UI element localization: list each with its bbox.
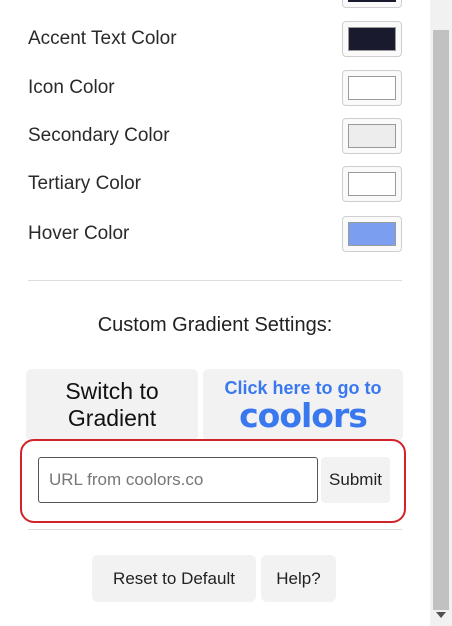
color-row-icon: Icon Color [28, 68, 402, 108]
coolors-logo: coolors [239, 396, 368, 435]
partial-swatch-frame[interactable] [342, 0, 402, 8]
color-swatch-button[interactable] [342, 216, 402, 252]
color-row-tertiary: Tertiary Color [28, 164, 402, 204]
gradient-section-title: Custom Gradient Settings: [97, 314, 333, 336]
help-button[interactable]: Help? [261, 555, 336, 602]
scrollbar-thumb[interactable] [433, 30, 449, 610]
color-row-secondary: Secondary Color [28, 116, 402, 156]
color-swatch [348, 27, 396, 51]
coolors-url-input[interactable] [38, 457, 318, 503]
color-swatch [348, 124, 396, 148]
coolors-link-button[interactable]: Click here to go to coolors [203, 369, 403, 441]
color-swatch-button[interactable] [342, 166, 402, 202]
color-swatch-button[interactable] [342, 21, 402, 57]
color-label: Hover Color [28, 223, 130, 244]
reset-default-button[interactable]: Reset to Default [92, 555, 256, 602]
submit-button[interactable]: Submit [321, 457, 390, 503]
color-swatch-button[interactable] [342, 118, 402, 154]
scrollbar[interactable] [430, 0, 452, 626]
color-label: Icon Color [28, 77, 115, 98]
color-label: Tertiary Color [28, 173, 141, 194]
scroll-down-arrow-icon[interactable] [436, 612, 446, 618]
color-label: Secondary Color [28, 125, 170, 146]
color-swatch [348, 76, 396, 100]
section-divider [28, 280, 402, 281]
color-label: Accent Text Color [28, 28, 177, 49]
switch-to-gradient-button[interactable]: Switch to Gradient [26, 369, 198, 441]
partial-swatch [348, 0, 396, 2]
footer-divider [28, 529, 402, 530]
color-swatch-button[interactable] [342, 70, 402, 106]
color-swatch [348, 172, 396, 196]
settings-panel: Accent Text Color Icon Color Secondary C… [0, 0, 430, 626]
color-row-hover: Hover Color [28, 214, 402, 254]
color-row-accent-text: Accent Text Color [28, 19, 402, 59]
color-swatch [348, 222, 396, 246]
